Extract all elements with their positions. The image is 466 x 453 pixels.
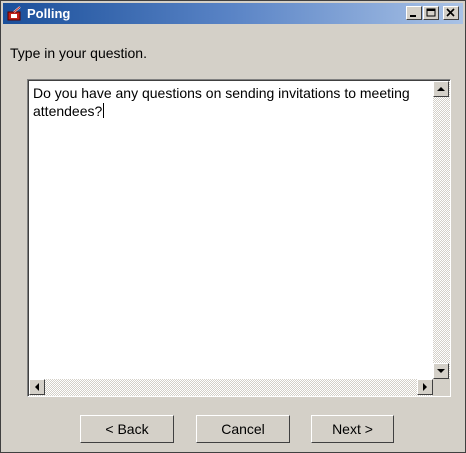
arrow-right-icon bbox=[423, 383, 427, 391]
maximize-button[interactable] bbox=[423, 6, 439, 20]
vertical-scrollbar[interactable] bbox=[433, 81, 450, 379]
question-textarea[interactable]: Do you have any questions on sending inv… bbox=[27, 79, 451, 397]
arrow-down-icon bbox=[437, 369, 445, 373]
close-button[interactable] bbox=[443, 6, 459, 20]
next-button[interactable]: Next > bbox=[311, 415, 394, 443]
polling-window: Polling Type in your question. Do you ha… bbox=[0, 0, 466, 453]
scroll-left-button[interactable] bbox=[29, 379, 45, 395]
close-icon bbox=[446, 8, 455, 17]
maximize-icon bbox=[426, 8, 436, 17]
arrow-left-icon bbox=[35, 383, 39, 391]
scroll-right-button[interactable] bbox=[417, 379, 433, 395]
cancel-button[interactable]: Cancel bbox=[196, 415, 290, 443]
polling-icon bbox=[7, 6, 23, 21]
arrow-up-icon bbox=[437, 87, 445, 91]
minimize-button[interactable] bbox=[406, 6, 422, 20]
horizontal-scrollbar[interactable] bbox=[29, 379, 433, 396]
minimize-icon bbox=[410, 15, 416, 17]
title-bar[interactable]: Polling bbox=[3, 3, 463, 24]
scroll-up-button[interactable] bbox=[433, 81, 449, 97]
question-text-value: Do you have any questions on sending inv… bbox=[33, 85, 414, 119]
question-textarea-inner[interactable]: Do you have any questions on sending inv… bbox=[28, 80, 450, 396]
scrollbar-corner bbox=[433, 379, 450, 396]
back-button[interactable]: < Back bbox=[80, 415, 174, 443]
question-text[interactable]: Do you have any questions on sending inv… bbox=[33, 84, 423, 120]
question-prompt-label: Type in your question. bbox=[10, 45, 147, 61]
text-caret bbox=[103, 103, 105, 118]
scroll-down-button[interactable] bbox=[433, 363, 449, 379]
window-title: Polling bbox=[27, 6, 71, 21]
